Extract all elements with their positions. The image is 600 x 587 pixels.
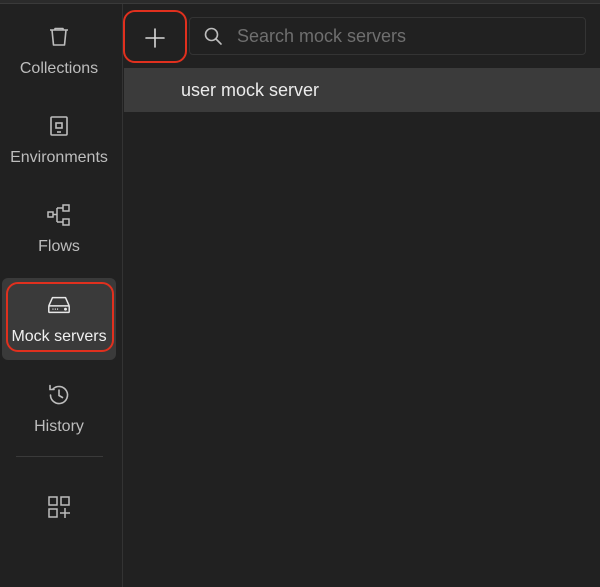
- sidebar-item-label: Flows: [38, 238, 80, 255]
- history-icon: [46, 382, 72, 408]
- sidebar: Collections Environments Flows Mock serv…: [0, 4, 123, 587]
- sidebar-item-label: Collections: [19, 60, 99, 77]
- search-box[interactable]: [189, 17, 586, 55]
- sidebar-item-label: History: [34, 418, 84, 435]
- server-icon: [46, 292, 72, 318]
- plus-icon: [144, 27, 166, 49]
- mock-server-name: user mock server: [181, 79, 320, 100]
- search-input[interactable]: [237, 25, 567, 47]
- sidebar-item-collections[interactable]: Collections: [2, 10, 116, 92]
- add-mock-server-button[interactable]: [123, 14, 186, 62]
- sidebar-divider: [16, 456, 103, 457]
- environment-icon: [46, 113, 72, 139]
- sidebar-item-history[interactable]: History: [2, 368, 116, 450]
- list-item-mock-server[interactable]: user mock server: [124, 68, 600, 112]
- sidebar-item-add-widget[interactable]: [2, 480, 116, 532]
- sidebar-item-label: Mock servers: [11, 328, 107, 345]
- sidebar-item-label: Environments: [10, 149, 108, 166]
- trash-icon: [46, 24, 72, 50]
- sidebar-item-environments[interactable]: Environments: [2, 99, 116, 181]
- search-icon: [202, 25, 224, 47]
- flows-icon: [46, 202, 72, 228]
- sidebar-item-flows[interactable]: Flows: [2, 188, 116, 270]
- sidebar-item-mock-servers[interactable]: Mock servers: [2, 278, 116, 360]
- add-widget-icon: [46, 494, 72, 520]
